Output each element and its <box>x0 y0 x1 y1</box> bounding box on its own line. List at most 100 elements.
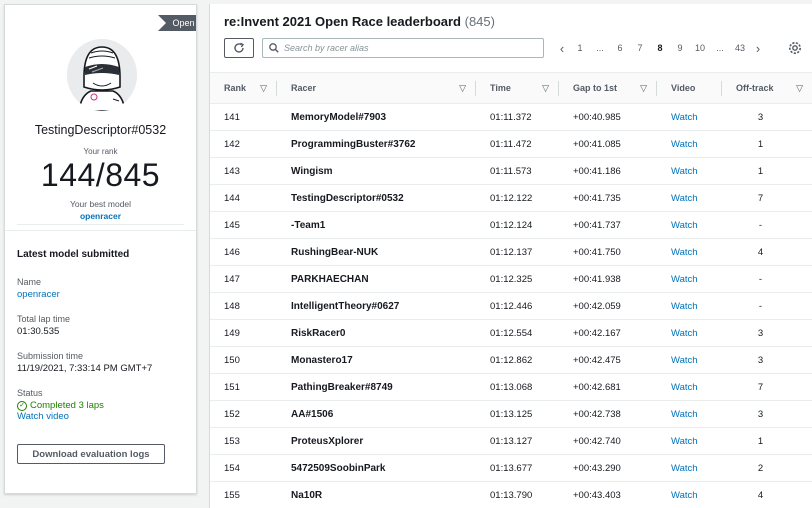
lap-time-label: Total lap time <box>17 314 71 324</box>
watch-link[interactable]: Watch <box>657 157 722 185</box>
table-row: 154 5472509SoobinPark 01:13.677 +00:43.290 W… <box>210 454 812 482</box>
watch-link[interactable]: Watch <box>657 292 722 320</box>
rank-cell: 144 <box>210 184 277 212</box>
racer-cell: ProteusXplorer <box>277 427 476 455</box>
offtrack-cell: - <box>722 265 812 293</box>
gap-cell: +00:42.167 <box>559 319 657 347</box>
racer-avatar-icon <box>67 39 137 111</box>
racer-cell: AA#1506 <box>277 400 476 428</box>
table-row: 149 RiskRacer0 01:12.554 +00:42.167 Watch 3 <box>210 319 812 347</box>
watch-link[interactable]: Watch <box>657 400 722 428</box>
page-10[interactable]: 10 <box>690 43 710 53</box>
gap-cell: +00:41.737 <box>559 211 657 239</box>
page-1[interactable]: 1 <box>570 43 590 53</box>
refresh-button[interactable] <box>224 38 254 58</box>
watch-link[interactable]: Watch <box>657 265 722 293</box>
rank-cell: 152 <box>210 400 277 428</box>
page-9[interactable]: 9 <box>670 43 690 53</box>
time-cell: 01:12.122 <box>476 184 559 212</box>
gap-cell: +00:41.735 <box>559 184 657 212</box>
watch-video-link[interactable]: Watch video <box>17 411 184 422</box>
time-cell: 01:13.068 <box>476 373 559 401</box>
rank-cell: 147 <box>210 265 277 293</box>
racer-cell: IntelligentTheory#0627 <box>277 292 476 320</box>
status-label: Status <box>17 388 43 398</box>
gap-cell: +00:42.059 <box>559 292 657 320</box>
page-43[interactable]: 43 <box>730 43 750 53</box>
gap-cell: +00:42.681 <box>559 373 657 401</box>
model-name-link[interactable]: openracer <box>17 289 184 300</box>
table-row: 141 MemoryModel#7903 01:11.372 +00:40.985 Wa… <box>210 103 812 131</box>
column-header-racer[interactable]: Racer ▽ <box>277 72 476 104</box>
rank-cell: 143 <box>210 157 277 185</box>
download-logs-button[interactable]: Download evaluation logs <box>17 444 165 464</box>
time-cell: 01:12.554 <box>476 319 559 347</box>
settings-icon[interactable] <box>787 40 803 56</box>
watch-link[interactable]: Watch <box>657 373 722 401</box>
time-cell: 01:11.372 <box>476 103 559 131</box>
offtrack-cell: 1 <box>722 157 812 185</box>
column-header-label: Racer <box>291 83 317 93</box>
leaderboard-title: re:Invent 2021 Open Race leaderboard (84… <box>224 14 495 29</box>
watch-link[interactable]: Watch <box>657 346 722 374</box>
time-cell: 01:12.137 <box>476 238 559 266</box>
chevron-left-icon[interactable]: ‹ <box>554 41 570 56</box>
rank-value: 144/845 <box>40 157 161 193</box>
rank-cell: 145 <box>210 211 277 239</box>
offtrack-cell: 3 <box>722 319 812 347</box>
best-model-link[interactable]: openracer <box>5 211 196 221</box>
sort-caret-icon[interactable]: ▽ <box>796 83 803 94</box>
watch-link[interactable]: Watch <box>657 319 722 347</box>
page-6[interactable]: 6 <box>610 43 630 53</box>
rank-cell: 155 <box>210 481 277 508</box>
offtrack-cell: - <box>722 211 812 239</box>
column-header-rank[interactable]: Rank ▽ <box>210 72 277 104</box>
rank-cell: 146 <box>210 238 277 266</box>
page-ellipsis-right: ... <box>716 43 724 53</box>
page-ellipsis-left: ... <box>596 43 604 53</box>
search-input[interactable] <box>284 43 534 53</box>
watch-link[interactable]: Watch <box>657 103 722 131</box>
time-cell: 01:13.125 <box>476 400 559 428</box>
open-badge: Open <box>158 15 196 31</box>
gap-cell: +00:40.985 <box>559 103 657 131</box>
time-cell: 01:11.472 <box>476 130 559 158</box>
rank-cell: 150 <box>210 346 277 374</box>
watch-link[interactable]: Watch <box>657 427 722 455</box>
sort-caret-icon[interactable]: ▽ <box>542 83 549 94</box>
page-7[interactable]: 7 <box>630 43 650 53</box>
chevron-right-icon[interactable]: › <box>750 41 766 56</box>
submission-field: Submission time 11/19/2021, 7:33:14 PM G… <box>17 351 184 374</box>
name-label: Name <box>17 277 42 287</box>
watch-link[interactable]: Watch <box>657 481 722 508</box>
column-header-gap[interactable]: Gap to 1st ▽ <box>559 72 657 104</box>
offtrack-cell: 3 <box>722 346 812 374</box>
watch-link[interactable]: Watch <box>657 211 722 239</box>
refresh-icon <box>234 42 245 53</box>
time-cell: 01:11.573 <box>476 157 559 185</box>
racer-cell: Monastero17 <box>277 346 476 374</box>
table-row: 147 PARKHAECHAN 01:12.325 +00:41.938 Watch - <box>210 265 812 293</box>
offtrack-cell: 4 <box>722 481 812 508</box>
table-row: 151 PathingBreaker#8749 01:13.068 +00:42.68… <box>210 373 812 401</box>
watch-link[interactable]: Watch <box>657 454 722 482</box>
column-header-time[interactable]: Time ▽ <box>476 72 559 104</box>
racer-cell: MemoryModel#7903 <box>277 103 476 131</box>
table-row: 143 Wingism 01:11.573 +00:41.186 Watch 1 <box>210 157 812 185</box>
sort-caret-icon[interactable]: ▽ <box>640 83 647 94</box>
racer-cell: Wingism <box>277 157 476 185</box>
best-model-divider <box>17 224 184 225</box>
column-header-offtrack[interactable]: Off-track ▽ <box>722 72 812 104</box>
column-header-label: Video <box>671 83 696 93</box>
watch-link[interactable]: Watch <box>657 238 722 266</box>
sort-caret-icon[interactable]: ▽ <box>459 83 466 94</box>
time-cell: 01:13.790 <box>476 481 559 508</box>
watch-link[interactable]: Watch <box>657 184 722 212</box>
page-8[interactable]: 8 <box>650 43 670 53</box>
sort-caret-icon[interactable]: ▽ <box>260 83 267 94</box>
search-box <box>262 38 544 58</box>
time-cell: 01:12.446 <box>476 292 559 320</box>
watch-link[interactable]: Watch <box>657 130 722 158</box>
time-cell: 01:12.124 <box>476 211 559 239</box>
leaderboard-count: (845) <box>464 14 495 29</box>
